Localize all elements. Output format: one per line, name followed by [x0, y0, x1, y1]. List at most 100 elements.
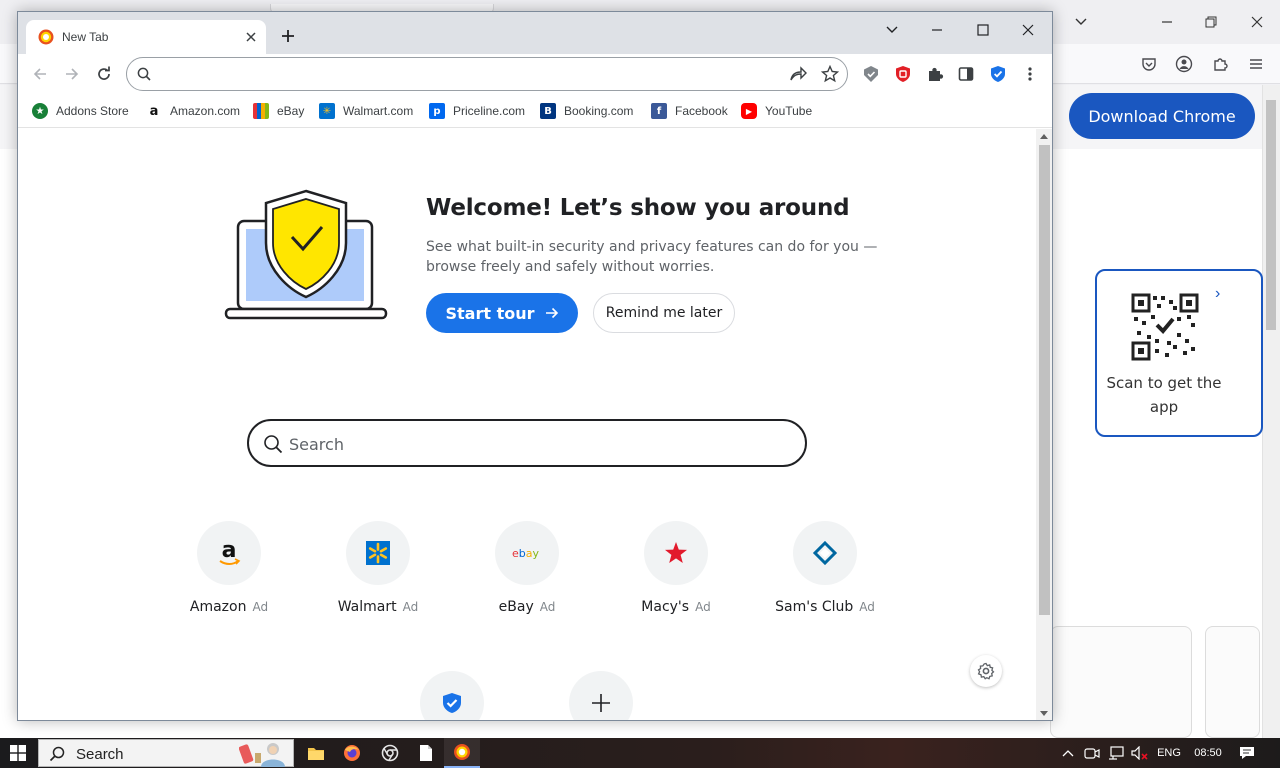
search-icon — [137, 67, 151, 81]
security-shield-illustration — [224, 189, 388, 320]
windows-start-icon[interactable] — [0, 738, 36, 768]
bookmark-label: Booking.com — [564, 104, 634, 118]
shortcut-label: Macy's Ad — [641, 599, 711, 615]
browser-taskbar-icon[interactable] — [444, 738, 480, 768]
svg-text:ebay: ebay — [512, 547, 540, 560]
bookmark-booking[interactable]: B Booking.com — [540, 102, 633, 120]
bookmark-amazon[interactable]: a Amazon.com — [146, 102, 240, 120]
taskbar-search-box[interactable]: Search — [38, 739, 294, 767]
tab-search-chevron-icon[interactable] — [872, 16, 912, 44]
walmart-icon: ✳ — [319, 103, 335, 119]
extension-adblock-icon[interactable] — [893, 64, 913, 84]
forward-arrow-icon[interactable] — [60, 62, 84, 86]
notifications-icon[interactable] — [1236, 744, 1258, 762]
tab-close-icon[interactable] — [241, 27, 261, 47]
bookmark-label: YouTube — [765, 104, 813, 118]
qr-code-icon — [1131, 293, 1199, 361]
meet-now-icon[interactable] — [1084, 744, 1100, 762]
scroll-down-icon[interactable] — [1040, 711, 1048, 716]
gear-icon — [977, 662, 995, 680]
welcome-description: See what built-in security and privacy f… — [426, 239, 878, 275]
tab-new-tab[interactable]: New Tab — [26, 20, 266, 54]
start-tour-button[interactable]: Start tour — [426, 293, 578, 333]
document-icon[interactable] — [408, 738, 444, 768]
account-icon[interactable] — [1173, 53, 1195, 75]
bookmark-priceline[interactable]: p Priceline.com — [429, 102, 525, 120]
new-tab-button[interactable] — [276, 24, 300, 48]
shortcut-security[interactable] — [397, 671, 507, 720]
bookmark-youtube[interactable]: ▶ YouTube — [741, 102, 812, 120]
walmart-icon — [346, 521, 410, 585]
customize-gear-button[interactable] — [970, 655, 1002, 687]
reload-icon[interactable] — [92, 62, 116, 86]
scroll-up-icon[interactable] — [1040, 134, 1048, 139]
qr-caption: Scan to get the app — [1106, 374, 1222, 416]
bookmark-walmart[interactable]: ✳ Walmart.com — [319, 102, 413, 120]
side-panel-icon[interactable] — [956, 64, 976, 84]
youtube-icon: ▶ — [741, 103, 757, 119]
sams-club-icon — [793, 521, 857, 585]
close-window-icon[interactable] — [1008, 16, 1048, 44]
chevron-right-icon[interactable]: › — [1215, 285, 1220, 303]
address-input[interactable] — [163, 64, 763, 86]
background-scrollbar-thumb[interactable] — [1266, 100, 1276, 330]
bookmark-ebay[interactable]: eBay — [253, 102, 304, 120]
bookmark-addons-store[interactable]: ★ Addons Store — [32, 102, 129, 120]
shortcut-label: eBay Ad — [498, 599, 556, 615]
extension-shield-gray-icon[interactable] — [861, 64, 881, 84]
restore-icon[interactable] — [1196, 8, 1226, 36]
shortcut-ebay[interactable]: ebay eBay Ad — [472, 521, 582, 621]
security-shield-blue-icon[interactable] — [988, 64, 1008, 84]
file-explorer-icon[interactable] — [298, 738, 334, 768]
shortcut-macys[interactable]: Macy's Ad — [621, 521, 731, 621]
shortcut-amazon[interactable]: a Amazon Ad — [174, 521, 284, 621]
network-icon[interactable] — [1107, 744, 1125, 762]
minimize-icon[interactable] — [1152, 8, 1182, 36]
plus-icon — [569, 671, 633, 720]
search-highlight-illustration-icon — [239, 743, 285, 767]
scrollbar-thumb[interactable] — [1039, 145, 1050, 615]
qr-card[interactable]: › Scan to get the app — [1095, 269, 1263, 437]
share-icon[interactable] — [789, 66, 807, 82]
svg-text:a: a — [222, 539, 237, 563]
chevron-up-icon[interactable] — [1060, 744, 1076, 762]
bookmark-label: Walmart.com — [343, 104, 414, 118]
page-scrollbar[interactable] — [1036, 129, 1052, 720]
shortcut-sams-club[interactable]: Sam's Club Ad — [770, 521, 880, 621]
taskbar-search-label: Search — [76, 746, 124, 763]
chevron-down-icon[interactable] — [1066, 8, 1096, 36]
system-clock[interactable]: 08:50 — [1190, 744, 1226, 762]
chromium-icon[interactable] — [372, 738, 408, 768]
bookmark-label: Addons Store — [56, 104, 129, 118]
back-arrow-icon[interactable] — [28, 62, 52, 86]
bookmark-facebook[interactable]: f Facebook — [651, 102, 728, 120]
extensions-puzzle-icon[interactable] — [925, 64, 945, 84]
address-bar[interactable] — [126, 57, 848, 91]
volume-muted-icon[interactable] — [1130, 744, 1150, 762]
search-box[interactable] — [247, 419, 807, 467]
addons-store-icon: ★ — [32, 103, 48, 119]
close-icon[interactable] — [1242, 8, 1272, 36]
extensions-icon[interactable] — [1209, 53, 1231, 75]
bookmark-star-icon[interactable] — [821, 65, 839, 83]
bookmark-label: Facebook — [675, 104, 728, 118]
input-language[interactable]: ENG — [1154, 744, 1184, 762]
tab-title: New Tab — [62, 30, 109, 44]
maximize-icon[interactable] — [963, 16, 1003, 44]
search-input[interactable] — [289, 433, 769, 455]
search-icon — [264, 435, 283, 454]
ebay-icon: ebay — [495, 521, 559, 585]
browser-toolbar — [18, 54, 1052, 94]
remind-me-later-button[interactable]: Remind me later — [593, 293, 735, 333]
firefox-icon[interactable] — [334, 738, 370, 768]
download-chrome-button[interactable]: Download Chrome — [1069, 93, 1255, 139]
facebook-icon: f — [651, 103, 667, 119]
minimize-icon[interactable] — [917, 16, 957, 44]
search-icon — [49, 746, 65, 762]
add-shortcut-button[interactable] — [546, 671, 656, 720]
ebay-icon — [253, 103, 269, 119]
pocket-icon[interactable] — [1138, 53, 1160, 75]
more-menu-icon[interactable] — [1020, 64, 1040, 84]
menu-icon[interactable] — [1245, 53, 1267, 75]
shortcut-walmart[interactable]: Walmart Ad — [323, 521, 433, 621]
